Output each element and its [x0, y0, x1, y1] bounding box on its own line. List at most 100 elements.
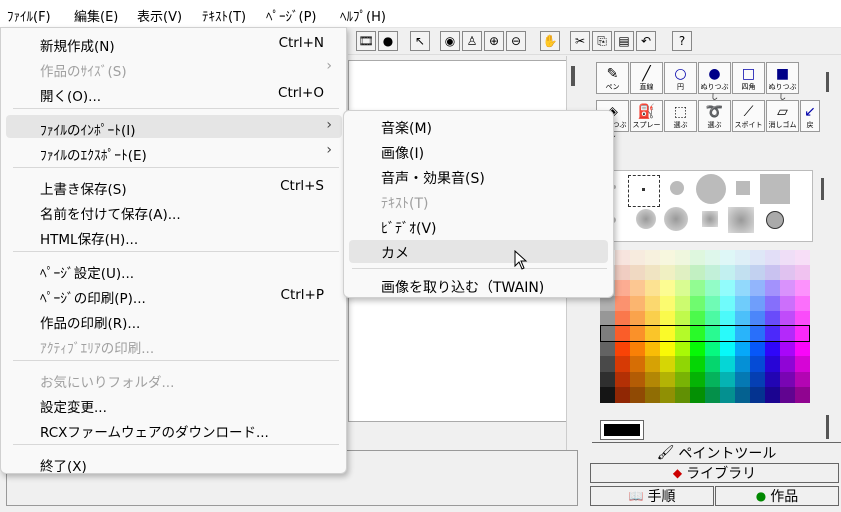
- palette-swatch[interactable]: [600, 386, 615, 403]
- brush-size[interactable]: [670, 181, 684, 195]
- palette-swatch[interactable]: [660, 356, 675, 373]
- tab-library[interactable]: ◆ ライブラリ: [590, 463, 839, 483]
- globe-icon[interactable]: ●: [378, 31, 398, 51]
- palette-swatch[interactable]: [735, 386, 750, 403]
- palette-swatch[interactable]: [690, 371, 705, 388]
- palette-swatch[interactable]: [780, 280, 795, 297]
- palette-swatch[interactable]: [645, 250, 660, 266]
- palette-swatch[interactable]: [600, 341, 615, 358]
- palette-swatch[interactable]: [705, 386, 720, 403]
- palette-swatch[interactable]: [645, 295, 660, 312]
- palette-swatch[interactable]: [690, 386, 705, 403]
- menu-item-size[interactable]: 作品のｻｲｽﾞ(S) ›: [6, 56, 342, 80]
- palette-swatch[interactable]: [660, 265, 675, 282]
- palette-swatch[interactable]: [765, 386, 780, 403]
- menu-item-save-as[interactable]: 名前を付けて保存(A)...: [6, 199, 342, 223]
- palette-scroll-thumb[interactable]: [826, 415, 829, 439]
- dropper-tool[interactable]: ⟋ スポイト: [732, 100, 765, 132]
- palette-swatch[interactable]: [780, 341, 795, 358]
- palette-swatch[interactable]: [660, 295, 675, 312]
- line-tool[interactable]: ╱ 直線: [630, 62, 663, 94]
- palette-swatch[interactable]: [735, 250, 750, 266]
- pointer-icon[interactable]: ↖: [410, 31, 430, 51]
- palette-swatch[interactable]: [690, 341, 705, 358]
- palette-swatch[interactable]: [630, 280, 645, 297]
- scroll-thumb[interactable]: [571, 66, 575, 86]
- palette-swatch[interactable]: [645, 371, 660, 388]
- tab-paint-tool[interactable]: 🖌 ペイントツール: [592, 442, 841, 462]
- palette-swatch[interactable]: [705, 250, 720, 266]
- palette-swatch[interactable]: [705, 341, 720, 358]
- palette-swatch[interactable]: [615, 265, 630, 282]
- palette-swatch[interactable]: [720, 250, 735, 266]
- brush-size[interactable]: [736, 181, 750, 195]
- spray-tool[interactable]: ⛽ スプレー: [630, 100, 663, 132]
- palette-swatch[interactable]: [675, 341, 690, 358]
- palette-swatch[interactable]: [630, 356, 645, 373]
- palette-swatch[interactable]: [765, 250, 780, 266]
- menu-file[interactable]: ﾌｧｲﾙ(F): [7, 6, 51, 25]
- zoom-in-icon[interactable]: ⊕: [484, 31, 504, 51]
- palette-swatch[interactable]: [615, 341, 630, 358]
- menu-item-rcx-download[interactable]: RCXファームウェアのダウンロード...: [6, 417, 342, 441]
- palette-swatch[interactable]: [660, 341, 675, 358]
- menu-page[interactable]: ﾍﾟｰｼﾞ(P): [266, 6, 316, 25]
- palette-swatch[interactable]: [795, 356, 810, 373]
- palette-swatch[interactable]: [660, 386, 675, 403]
- submenu-item-text[interactable]: ﾃｷｽﾄ(T): [349, 190, 608, 213]
- palette-swatch[interactable]: [705, 371, 720, 388]
- menu-view[interactable]: 表示(V): [137, 6, 182, 25]
- submenu-item-video[interactable]: ﾋﾞﾃﾞｵ(V): [349, 215, 608, 238]
- palette-swatch[interactable]: [750, 371, 765, 388]
- palette-swatch[interactable]: [765, 280, 780, 297]
- palette-swatch[interactable]: [720, 295, 735, 312]
- menu-item-print-work[interactable]: 作品の印刷(R)...: [6, 308, 342, 332]
- palette-swatch[interactable]: [780, 295, 795, 312]
- palette-swatch[interactable]: [795, 265, 810, 282]
- palette-swatch[interactable]: [705, 265, 720, 282]
- menu-item-exit[interactable]: 終了(X): [6, 451, 342, 475]
- brush-size[interactable]: [696, 174, 726, 204]
- palette-swatch[interactable]: [630, 371, 645, 388]
- palette-swatch[interactable]: [705, 295, 720, 312]
- palette-swatch[interactable]: [780, 265, 795, 282]
- menu-item-new[interactable]: 新規作成(N) Ctrl+N: [6, 31, 342, 55]
- palette-swatch[interactable]: [765, 356, 780, 373]
- scroll-thumb[interactable]: [821, 178, 824, 200]
- stop-hand-icon[interactable]: ✋: [540, 31, 560, 51]
- menu-item-print-active-area[interactable]: ｱｸﾃｨﾌﾞｴﾘｱの印刷...: [6, 333, 342, 357]
- filled-rectangle-tool[interactable]: ■ ぬりつぶし: [766, 62, 799, 101]
- submenu-item-image[interactable]: 画像(I): [349, 140, 608, 163]
- palette-swatch[interactable]: [780, 356, 795, 373]
- palette-swatch[interactable]: [615, 356, 630, 373]
- back-tool[interactable]: ↙ 戻: [800, 100, 820, 132]
- palette-swatch[interactable]: [645, 280, 660, 297]
- brush-size[interactable]: [664, 207, 688, 231]
- palette-swatch[interactable]: [735, 295, 750, 312]
- palette-swatch[interactable]: [720, 341, 735, 358]
- stamp-icon[interactable]: ♙: [462, 31, 482, 51]
- palette-swatch[interactable]: [600, 356, 615, 373]
- undo-icon[interactable]: ↶: [636, 31, 656, 51]
- palette-swatch[interactable]: [675, 250, 690, 266]
- palette-swatch[interactable]: [675, 280, 690, 297]
- palette-swatch[interactable]: [630, 250, 645, 266]
- palette-swatch[interactable]: [720, 265, 735, 282]
- palette-swatch[interactable]: [750, 356, 765, 373]
- palette-swatch[interactable]: [795, 280, 810, 297]
- palette-swatch[interactable]: [615, 280, 630, 297]
- palette-swatch[interactable]: [705, 356, 720, 373]
- tool-scroll-thumb[interactable]: [826, 72, 829, 92]
- palette-swatch[interactable]: [750, 295, 765, 312]
- submenu-item-music[interactable]: 音楽(M): [349, 115, 608, 138]
- palette-swatch[interactable]: [735, 356, 750, 373]
- palette-swatch[interactable]: [690, 356, 705, 373]
- film-icon[interactable]: 🎞: [356, 31, 376, 51]
- palette-swatch[interactable]: [750, 341, 765, 358]
- palette-swatch[interactable]: [660, 250, 675, 266]
- palette-swatch[interactable]: [705, 280, 720, 297]
- lasso-tool[interactable]: ➰ 選ぶ: [698, 100, 731, 132]
- menu-item-import[interactable]: ﾌｧｲﾙのｲﾝﾎﾟｰﾄ(I) ›: [6, 115, 342, 139]
- palette-swatch[interactable]: [795, 341, 810, 358]
- rectangle-tool[interactable]: □ 四角: [732, 62, 765, 94]
